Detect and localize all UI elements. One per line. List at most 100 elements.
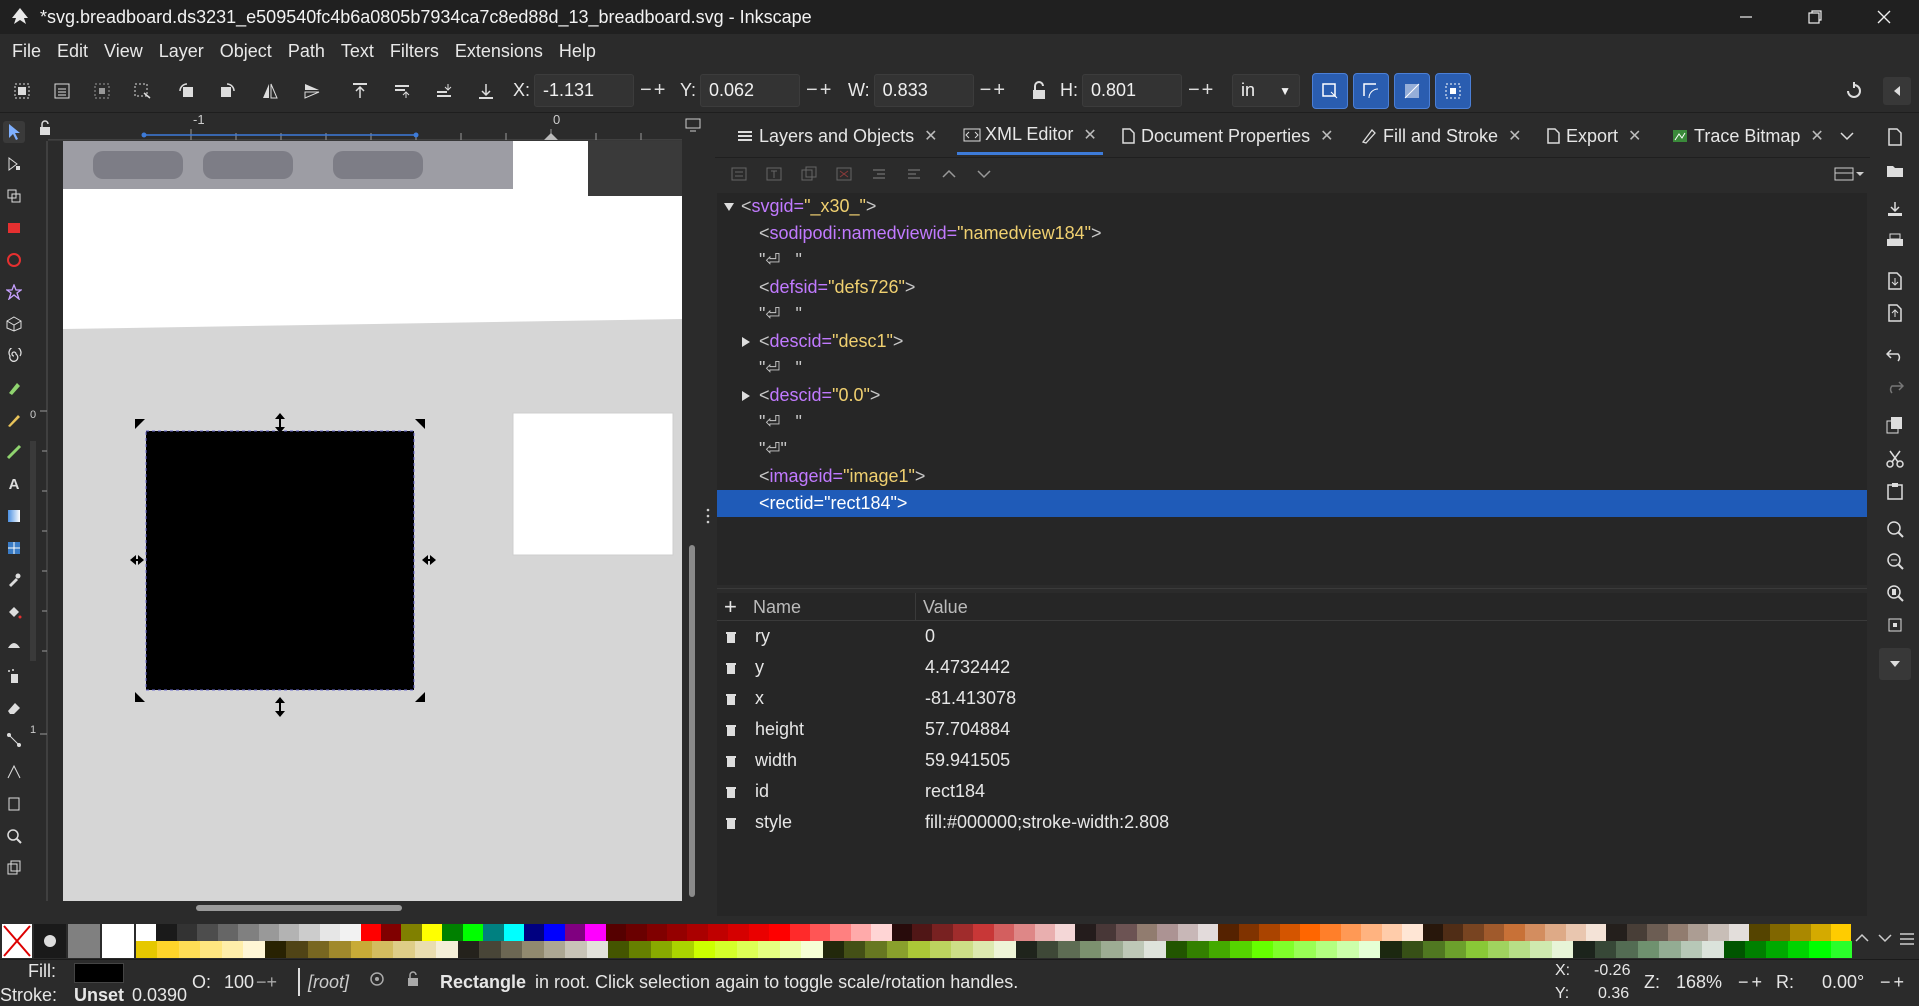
star-tool-icon[interactable]: [3, 281, 25, 303]
color-swatch[interactable]: [693, 941, 716, 958]
expand-down-icon[interactable]: [723, 202, 741, 212]
palette-scroll-down-icon[interactable]: [1878, 933, 1892, 943]
color-swatch[interactable]: [393, 941, 415, 958]
color-swatch[interactable]: [809, 924, 831, 941]
new-document-icon[interactable]: [1883, 125, 1907, 149]
color-swatch[interactable]: [728, 924, 749, 941]
tab-fill-and-stroke[interactable]: Fill and Stroke ✕: [1361, 121, 1521, 151]
y-stepper[interactable]: −+: [806, 79, 833, 102]
close-tab-icon[interactable]: ✕: [1508, 126, 1521, 146]
color-swatch[interactable]: [457, 941, 480, 958]
color-swatch[interactable]: [1509, 941, 1531, 958]
horizontal-scrollbar[interactable]: [196, 905, 402, 911]
unset-paint-swatch[interactable]: [34, 924, 66, 958]
color-swatch[interactable]: [1337, 941, 1359, 958]
color-swatch[interactable]: [1809, 941, 1831, 958]
tree-node[interactable]: < defs id= "defs726" >: [717, 274, 1867, 301]
tree-node[interactable]: < desc id= "desc1" >: [717, 328, 1867, 355]
color-swatch[interactable]: [243, 941, 265, 958]
color-swatch[interactable]: [1585, 924, 1607, 941]
tree-node[interactable]: < image id= "image1" >: [717, 463, 1867, 490]
palette-scroll-up-icon[interactable]: [1855, 933, 1869, 943]
color-swatch[interactable]: [543, 941, 566, 958]
rotate-ccw-icon[interactable]: [175, 79, 199, 103]
tree-node[interactable]: < desc id= "0.0" >: [717, 382, 1867, 409]
color-swatch[interactable]: [886, 941, 909, 958]
color-swatch[interactable]: [1294, 941, 1316, 958]
color-swatch[interactable]: [544, 924, 565, 941]
color-swatch[interactable]: [1483, 924, 1505, 941]
palette-menu-icon[interactable]: [1899, 932, 1915, 946]
new-text-node-icon[interactable]: [762, 162, 786, 186]
color-swatch[interactable]: [1551, 941, 1574, 958]
expand-right-icon[interactable]: [741, 390, 759, 402]
attribute-row[interactable]: ry 0: [717, 621, 1867, 652]
color-swatch[interactable]: [1728, 924, 1750, 941]
pages-tool-icon[interactable]: [3, 793, 25, 815]
collapse-toolbar-icon[interactable]: [1883, 77, 1911, 105]
h-stepper[interactable]: −+: [1188, 79, 1215, 102]
color-swatch[interactable]: [1116, 924, 1137, 941]
color-swatch[interactable]: [1340, 924, 1362, 941]
attribute-row[interactable]: id rect184: [717, 776, 1867, 807]
layer-selector[interactable]: [root]: [308, 972, 349, 993]
measure-tool-icon[interactable]: [3, 761, 25, 783]
color-swatch[interactable]: [299, 924, 320, 941]
color-swatch[interactable]: [421, 924, 443, 941]
attribute-row[interactable]: y 4.4732442: [717, 652, 1867, 683]
duplicate-node-icon[interactable]: [797, 162, 821, 186]
color-swatch[interactable]: [1208, 941, 1231, 958]
add-attribute-icon[interactable]: +: [724, 594, 737, 620]
redo-icon[interactable]: [1883, 375, 1907, 399]
lower-node-chevron-down-icon[interactable]: [972, 162, 996, 186]
menu-edit[interactable]: Edit: [49, 41, 96, 62]
h-input[interactable]: 0.801: [1082, 74, 1182, 107]
dropper-tool-icon[interactable]: [3, 569, 25, 591]
w-input[interactable]: 0.833: [873, 74, 974, 107]
menu-layer[interactable]: Layer: [151, 41, 212, 62]
color-swatch[interactable]: [1058, 941, 1080, 958]
menu-text[interactable]: Text: [333, 41, 382, 62]
tree-node-selected[interactable]: < rect id= "rect184" >: [717, 490, 1867, 517]
tab-export[interactable]: Export ✕: [1546, 121, 1641, 151]
color-swatch[interactable]: [830, 924, 851, 941]
layer-lock-icon[interactable]: [406, 970, 420, 988]
color-swatch[interactable]: [136, 924, 157, 941]
color-swatch[interactable]: [522, 941, 544, 958]
vertical-scrollbar[interactable]: [689, 545, 695, 897]
color-swatch[interactable]: [1197, 924, 1219, 941]
trash-icon[interactable]: [725, 723, 747, 737]
tree-node[interactable]: " ⏎ ": [717, 355, 1867, 382]
color-swatch[interactable]: [500, 941, 523, 958]
color-swatch[interactable]: [687, 924, 708, 941]
color-swatch[interactable]: [822, 941, 844, 958]
attribute-row[interactable]: x -81.413078: [717, 683, 1867, 714]
color-swatch[interactable]: [1688, 924, 1709, 941]
color-swatch[interactable]: [912, 924, 933, 941]
color-swatch[interactable]: [1744, 941, 1767, 958]
color-swatch[interactable]: [605, 924, 627, 941]
w-stepper[interactable]: −+: [980, 79, 1007, 102]
color-swatch[interactable]: [1177, 924, 1198, 941]
color-swatch[interactable]: [1095, 924, 1117, 941]
color-swatch[interactable]: [200, 941, 222, 958]
color-swatch[interactable]: [736, 941, 759, 958]
color-swatch[interactable]: [1251, 941, 1274, 958]
menu-path[interactable]: Path: [280, 41, 333, 62]
color-swatch[interactable]: [1810, 924, 1832, 941]
color-swatch[interactable]: [629, 941, 651, 958]
color-swatch[interactable]: [789, 924, 810, 941]
expand-right-icon[interactable]: [741, 336, 759, 348]
close-tab-icon[interactable]: ✕: [1810, 126, 1823, 146]
color-swatch[interactable]: [1530, 941, 1552, 958]
snapping-icon[interactable]: [1842, 79, 1866, 103]
color-swatch[interactable]: [1187, 941, 1209, 958]
color-swatch[interactable]: [1361, 924, 1382, 941]
tree-node[interactable]: " ⏎ ": [717, 436, 1867, 463]
3d-box-tool-icon[interactable]: [3, 313, 25, 335]
tree-node[interactable]: < sodipodi:namedview id= "namedview184" >: [717, 220, 1867, 247]
fill-indicator[interactable]: [74, 963, 124, 983]
color-swatch[interactable]: [442, 924, 463, 941]
color-swatch[interactable]: [1463, 924, 1484, 941]
color-swatch[interactable]: [748, 924, 770, 941]
